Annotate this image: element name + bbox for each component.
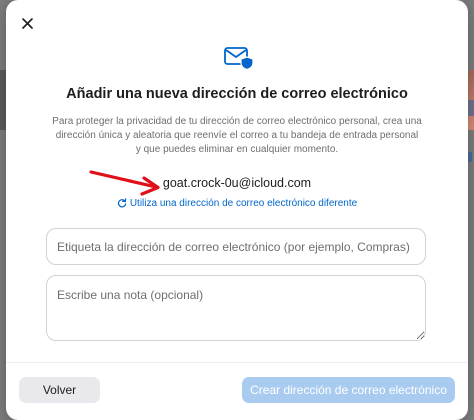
use-different-email-label: Utiliza una dirección de correo electrón…	[129, 198, 358, 209]
use-different-email-link[interactable]: Utiliza una dirección de correo electrón…	[6, 198, 468, 209]
annotation-arrow-icon	[89, 170, 160, 196]
footer-divider	[6, 362, 468, 363]
generated-email: goat.crock-0u@icloud.com	[162, 176, 312, 190]
close-button[interactable]	[16, 12, 38, 34]
create-email-button[interactable]: Crear dirección de correo electrónico	[242, 377, 455, 403]
add-email-dialog: Añadir una nueva dirección de correo ele…	[6, 0, 468, 420]
note-textarea[interactable]	[46, 275, 426, 341]
refresh-icon	[117, 198, 127, 208]
envelope-shield-icon	[224, 47, 254, 70]
dialog-title: Añadir una nueva dirección de correo ele…	[66, 86, 408, 102]
dialog-description: Para proteger la privacidad de tu direcc…	[52, 116, 422, 155]
email-label-input[interactable]	[46, 228, 426, 265]
back-button[interactable]: Volver	[19, 377, 100, 403]
close-icon	[21, 17, 33, 29]
